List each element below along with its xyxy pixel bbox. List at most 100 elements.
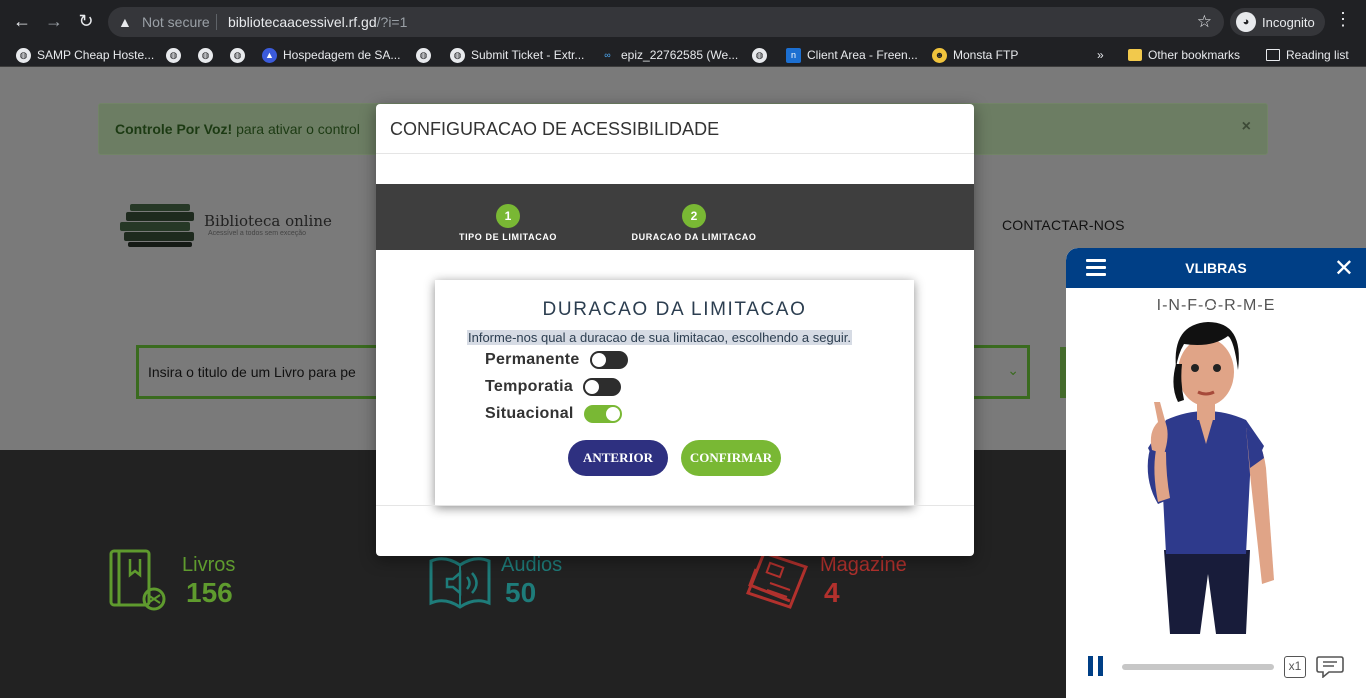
stat-magazine-value: 4 — [824, 577, 840, 608]
forward-icon[interactable]: → — [42, 9, 66, 33]
brand-icon: ▲ — [262, 47, 277, 63]
books-logo-icon — [120, 204, 194, 247]
nav-contact-link[interactable]: CONTACTAR-NOS — [1002, 217, 1125, 233]
permanente-toggle[interactable] — [589, 351, 628, 369]
step-1[interactable]: 1 TIPO DE LIMITACAO — [418, 204, 598, 242]
globe-icon: ◍ — [166, 47, 181, 63]
stat-books-value: 156 — [186, 577, 233, 608]
option-situacional: Situacional — [485, 403, 622, 425]
alert-close-icon[interactable]: × — [1242, 118, 1251, 136]
stat-books-label: Livros — [182, 554, 236, 576]
reload-icon[interactable]: ↻ — [74, 9, 98, 33]
situacional-toggle[interactable] — [583, 405, 622, 423]
logo-title: Biblioteca online — [204, 212, 332, 230]
option-permanente: Permanente — [485, 349, 628, 371]
close-icon[interactable]: ✕ — [1334, 254, 1354, 283]
bookmark-item[interactable]: ◍ Submit Ticket - Extr... — [450, 45, 584, 65]
vlibras-widget: VLIBRAS ✕ I-N-F-O-R-M-E x1 — [1066, 248, 1366, 698]
bookmark-item[interactable]: ◍ — [166, 45, 181, 65]
bookmark-label: SAMP Cheap Hoste... — [37, 48, 155, 62]
vlibras-header: VLIBRAS ✕ — [1066, 248, 1366, 288]
alert-body: para ativar o control — [232, 121, 360, 137]
speed-button[interactable]: x1 — [1284, 656, 1306, 678]
search-placeholder: Insira o titulo de um Livro para pe — [148, 364, 356, 380]
playback-progress-track[interactable] — [1122, 664, 1274, 670]
bookmark-item[interactable]: ◍ — [230, 45, 245, 65]
globe-icon: ◍ — [230, 47, 245, 63]
modal-divider — [376, 153, 974, 154]
globe-icon: ◍ — [198, 47, 213, 63]
option-label: Permanente — [485, 351, 580, 368]
bookmarks-bar: ◍ SAMP Cheap Hoste... ◍ ◍ ◍ ▲ Hospedagem d… — [0, 42, 1366, 67]
bookmark-star-icon[interactable]: ☆ — [1197, 12, 1212, 32]
sign-language-avatar — [1147, 303, 1274, 634]
toggle-knob — [585, 380, 600, 394]
modal-title: CONFIGURACAO DE ACESSIBILIDADE — [390, 119, 720, 139]
stat-magazine-label: Magazine — [820, 554, 907, 576]
pause-icon[interactable] — [1088, 656, 1104, 676]
globe-icon: ◍ — [752, 47, 767, 63]
bookmark-item[interactable]: n Client Area - Freen... — [786, 45, 918, 65]
incognito-icon: ◕ — [1236, 12, 1256, 32]
warning-icon: ▲ — [118, 14, 132, 30]
incognito-badge[interactable]: ◕ Incognito — [1230, 8, 1325, 36]
back-icon[interactable]: ← — [10, 9, 34, 33]
other-bookmarks[interactable]: Other bookmarks — [1128, 45, 1240, 65]
incognito-label: Incognito — [1262, 14, 1315, 30]
accessibility-modal: CONFIGURACAO DE ACESSIBILIDADE 1 TIPO DE… — [376, 104, 974, 556]
bookmark-label: epiz_22762585 (We... — [621, 48, 739, 62]
confirm-button[interactable]: CONFIRMAR — [681, 440, 781, 476]
bookmark-label: Client Area - Freen... — [807, 48, 918, 62]
vlibras-controls: x1 — [1066, 634, 1366, 698]
wizard-steps: 1 TIPO DE LIMITACAO 2 DURACAO DA LIMITAC… — [376, 184, 974, 250]
option-label: Temporatia — [485, 378, 574, 395]
bookmark-item[interactable]: ◍ SAMP Cheap Hoste... — [16, 45, 154, 65]
logo-subtitle: Acessível a todos sem exceção — [208, 230, 307, 237]
reading-list[interactable]: Reading list — [1266, 45, 1349, 65]
step-2[interactable]: 2 DURACAO DA LIMITACAO — [604, 204, 784, 242]
site-logo[interactable]: Biblioteca online Acessível a todos sem … — [120, 204, 350, 249]
previous-button[interactable]: ANTERIOR — [568, 440, 668, 476]
bookmark-item[interactable]: ▲ Hospedagem de SA... — [262, 45, 400, 65]
address-bar[interactable]: ▲ Not secure bibliotecaacessivel.rf.gd/?… — [108, 7, 1224, 37]
subtitles-chat-icon[interactable] — [1316, 654, 1344, 678]
bookmark-item[interactable]: ◍ — [752, 45, 767, 65]
address-url[interactable]: bibliotecaacessivel.rf.gd/?i=1 — [228, 13, 407, 31]
folder-icon — [1128, 49, 1142, 61]
toggle-knob — [591, 353, 606, 367]
option-label: Situacional — [485, 405, 574, 422]
globe-icon: ◍ — [450, 47, 465, 63]
toggle-knob — [605, 407, 620, 421]
globe-icon: ◍ — [416, 47, 431, 63]
brand-icon: n — [786, 47, 801, 63]
bookmark-label: Monsta FTP — [953, 48, 1019, 62]
browser-menu-icon[interactable]: ⋮ — [1334, 9, 1352, 30]
stat-audios-label: Audios — [501, 554, 563, 576]
option-temporatia: Temporatia — [485, 376, 622, 398]
step-number: 1 — [496, 204, 520, 228]
bookmark-item[interactable]: ◍ — [416, 45, 431, 65]
infinity-icon: ∞ — [604, 49, 611, 60]
bookmarks-overflow[interactable]: » — [1097, 45, 1104, 65]
book-hand-icon — [109, 549, 166, 611]
duration-card: DURACAO DA LIMITACAO Informe-nos qual a … — [435, 280, 914, 506]
url-path: /?i=1 — [376, 14, 408, 30]
step-number: 2 — [682, 204, 706, 228]
modal-footer-divider — [376, 505, 974, 506]
card-title: DURACAO DA LIMITACAO — [542, 299, 807, 320]
audio-book-icon — [429, 557, 491, 609]
alert-bold: Controle Por Voz! — [115, 121, 233, 137]
bookmark-label: Submit Ticket - Extr... — [471, 48, 585, 62]
security-label: Not secure — [142, 14, 210, 30]
alert-text: Controle Por Voz! para ativar o control — [115, 121, 360, 137]
bookmark-item[interactable]: ◍ — [198, 45, 213, 65]
bookmark-item[interactable]: ∞ epiz_22762585 (We... — [600, 45, 738, 65]
chevron-down-icon: ⌄ — [1007, 362, 1019, 378]
browser-toolbar: ← → ↻ ▲ Not secure bibliotecaacessivel.r… — [0, 0, 1366, 42]
monster-icon: ☻ — [932, 47, 947, 63]
reading-list-icon — [1266, 49, 1280, 61]
bookmark-item[interactable]: ☻ Monsta FTP — [932, 45, 1018, 65]
temporatia-toggle[interactable] — [583, 378, 622, 396]
globe-icon: ◍ — [16, 47, 31, 63]
vlibras-title: VLIBRAS — [1185, 260, 1247, 276]
